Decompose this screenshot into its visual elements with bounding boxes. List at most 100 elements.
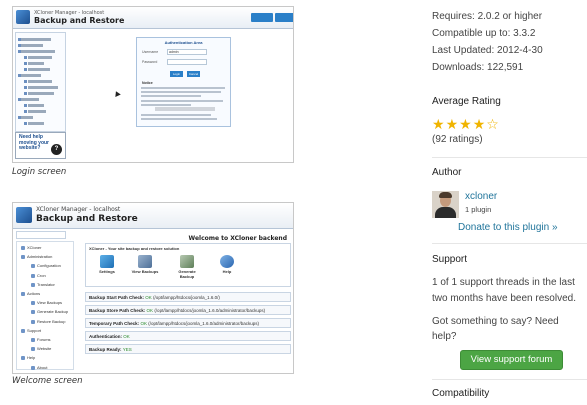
star-filled-icon: ★	[445, 117, 459, 133]
menu-item-icon	[31, 282, 35, 287]
welcome-heading: Welcome to XCloner backend	[188, 235, 287, 242]
author-heading: Author	[432, 167, 462, 178]
generate-backup-shortcut: Generate Backup	[172, 253, 202, 285]
rating-count: (92 ratings)	[432, 134, 483, 145]
menu-item-icon	[31, 337, 35, 342]
cancel-button: Cancel	[187, 71, 200, 77]
check-status: OK	[146, 308, 154, 313]
check-label: Authentication:	[89, 334, 122, 339]
app-header: XCloner Manager - localhost Backup and R…	[13, 203, 293, 229]
app-title: Backup and Restore	[36, 214, 138, 224]
check-label: Backup Start Path Check:	[89, 295, 145, 300]
left-menu	[15, 32, 66, 132]
divider	[432, 379, 587, 380]
menu-item-label: XCloner	[27, 245, 42, 250]
menu-item-icon	[31, 319, 35, 324]
menu-item: Actions	[21, 291, 40, 296]
xcloner-logo-icon	[16, 207, 32, 223]
support-resolved-text: 1 of 1 support threads in the last two m…	[432, 277, 576, 304]
help-text: Need help moving your website?	[19, 134, 50, 151]
header-button	[275, 13, 293, 22]
help-shortcut: Help	[212, 253, 242, 285]
menu-item: Generate Backup	[31, 309, 68, 314]
menu-item-label: View Backups	[37, 300, 63, 306]
screenshot-caption: Welcome screen	[12, 376, 83, 386]
menu-item-icon	[31, 365, 35, 370]
check-status: YES	[122, 347, 132, 352]
dashboard-panel: XCloner - Your site backup and restore s…	[85, 243, 291, 287]
divider	[432, 157, 587, 158]
menu-item-label: Administration	[27, 254, 53, 260]
support-prompt: Got something to say? Need help?	[432, 316, 559, 342]
check-row: Temporary Path Check: OK (/opt/lampp/htd…	[85, 318, 291, 328]
menu-item: Translator	[31, 282, 55, 287]
menu-item-label: Restore Backup	[37, 318, 66, 324]
menu-item: Website	[31, 346, 51, 351]
menu-item-label: Website	[37, 346, 52, 352]
app-title: Backup and Restore	[34, 16, 125, 25]
star-filled-icon: ★	[472, 117, 486, 133]
check-value: (/opt/lampp/htdocs/joomla_1.6.0/)	[153, 295, 220, 300]
left-menu: XCloner Administration Configuration Cron Tr…	[16, 241, 74, 370]
downloads-text: Downloads: 122,591	[432, 62, 524, 73]
menu-item-icon	[31, 264, 35, 269]
screenshot-login[interactable]: XCloner Manager - localhost Backup and R…	[12, 6, 294, 163]
generate-backup-icon	[180, 255, 194, 268]
view-support-forum-button[interactable]: View support forum	[460, 350, 563, 370]
menu-item-icon	[31, 301, 35, 306]
last-updated-text: Last Updated: 2012-4-30	[432, 45, 543, 56]
menu-item-icon	[31, 310, 35, 315]
author-plugin-count: 1 plugin	[465, 205, 492, 214]
divider	[432, 243, 587, 244]
screenshot-welcome[interactable]: XCloner Manager - localhost Backup and R…	[12, 202, 294, 374]
icon-label: Settings	[99, 269, 115, 274]
author-avatar[interactable]	[432, 191, 459, 218]
help-icon	[220, 255, 234, 268]
icon-label: Generate Backup	[178, 269, 196, 279]
check-row: Backup Ready: YES	[85, 344, 291, 354]
settings-shortcut: Settings	[92, 253, 122, 285]
menu-item-icon	[31, 347, 35, 352]
help-icon: ?	[51, 144, 62, 155]
check-status: OK	[140, 321, 147, 326]
username-field: admin	[167, 49, 207, 55]
menu-item-icon	[21, 245, 25, 250]
view-backups-shortcut: View Backups	[130, 253, 160, 285]
check-label: Backup Store Path Check:	[89, 308, 146, 313]
menu-item: About	[31, 365, 47, 370]
username-label: Username	[142, 50, 159, 54]
header-button	[251, 13, 273, 22]
donate-link[interactable]: Donate to this plugin »	[458, 222, 558, 233]
login-button: Login	[170, 71, 183, 77]
password-label: Password	[142, 60, 158, 64]
check-row: Backup Store Path Check: OK (/opt/lampp/…	[85, 305, 291, 315]
menu-item: Administration	[21, 254, 52, 259]
menu-item: XCloner	[21, 245, 41, 250]
menu-item: Support	[21, 328, 41, 333]
login-title: Authentication Area	[164, 40, 203, 45]
menu-item: Forums	[31, 337, 51, 342]
settings-icon	[100, 255, 114, 268]
menu-item: Configuration	[31, 263, 61, 268]
check-label: Backup Ready:	[89, 347, 122, 352]
password-field	[167, 59, 207, 65]
mouse-cursor-icon	[113, 89, 121, 98]
app-header: XCloner Manager - localhost Backup and R…	[13, 7, 293, 29]
author-name-link[interactable]: xcloner	[465, 191, 497, 202]
check-label: Temporary Path Check:	[89, 321, 140, 326]
notice-title: Notice	[142, 81, 153, 85]
star-rating: ★ ★ ★ ★ ☆	[432, 118, 499, 132]
check-row: Authentication: OK	[85, 331, 291, 341]
menu-item: View Backups	[31, 300, 62, 305]
star-empty-icon: ☆	[486, 117, 499, 133]
menu-item-icon	[21, 328, 25, 333]
app-subtitle: XCloner Manager - localhost	[36, 206, 121, 213]
code-line	[155, 107, 215, 111]
panel-title: XCloner - Your site backup and restore s…	[89, 246, 180, 251]
average-rating-heading: Average Rating	[432, 96, 501, 107]
icon-label: Help	[222, 269, 232, 274]
menu-item-label: Generate Backup	[37, 309, 69, 315]
screenshot-caption: Login screen	[12, 167, 67, 177]
menu-item-label: Actions	[27, 291, 41, 296]
menu-item-icon	[31, 273, 35, 278]
